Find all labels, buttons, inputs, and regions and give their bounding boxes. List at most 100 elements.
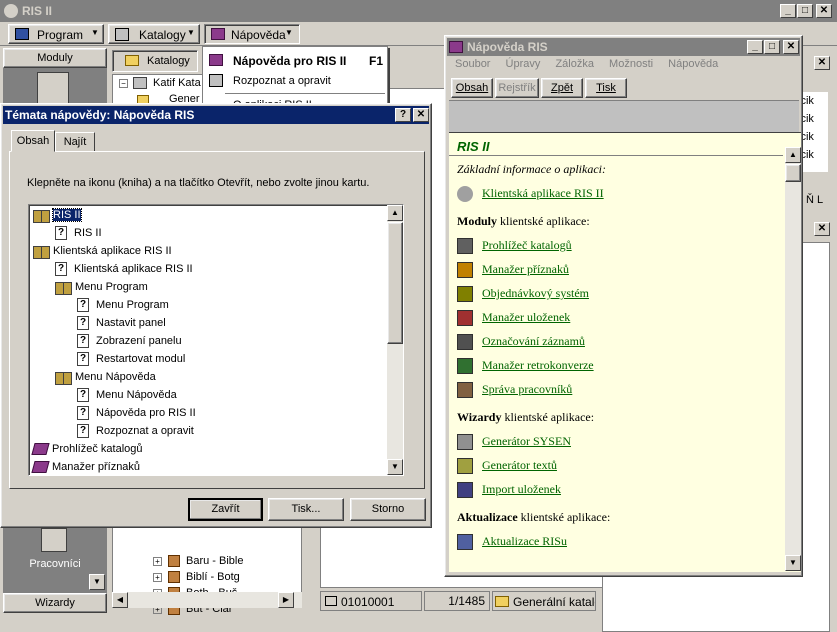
status-page-value: 1/1485 <box>448 594 485 608</box>
help-window-menubar: Soubor Úpravy Záložka Možnosti Nápověda <box>449 58 799 76</box>
tree-item[interactable]: Menu Program <box>33 278 383 296</box>
maximize-button[interactable]: □ <box>797 4 813 18</box>
help-link[interactable]: Generátor SYSEN <box>482 434 571 448</box>
tree-item[interactable]: RIS II <box>33 206 383 224</box>
help-link-row[interactable]: Manažer příznaků <box>457 257 783 281</box>
tree-item[interactable]: ? Menu Nápověda <box>33 386 383 404</box>
menu-soubor[interactable]: Soubor <box>449 58 496 70</box>
help-link[interactable]: Správa pracovníků <box>482 382 572 396</box>
help-link[interactable]: Objednávkový systém <box>482 286 589 300</box>
tree-expand-icon[interactable]: − <box>119 79 128 88</box>
help-link[interactable]: Generátor textů <box>482 458 557 472</box>
help-link-row[interactable]: Generátor textů <box>457 453 783 477</box>
minimize-button[interactable]: _ <box>747 40 763 54</box>
print-button[interactable]: Tisk... <box>268 498 344 521</box>
help-link[interactable]: Prohlížeč katalogů <box>482 238 572 252</box>
scroll-down-button[interactable]: ▼ <box>89 574 105 590</box>
list-item[interactable]: + Baru - Bible <box>153 553 303 569</box>
help-link-row[interactable]: Manažer uloženek <box>457 305 783 329</box>
tree-item[interactable]: Klientská aplikace RIS II <box>33 242 383 260</box>
help-link[interactable]: Manažer retrokonverze <box>482 358 594 372</box>
tab-najit[interactable]: Najít <box>55 132 95 152</box>
catalog-hscroll[interactable]: ◀ ▶ <box>112 592 302 608</box>
scroll-up-button[interactable]: ▲ <box>387 205 403 221</box>
close-button[interactable]: ✕ <box>816 4 832 18</box>
help-link[interactable]: Manažer příznaků <box>482 262 569 276</box>
scroll-left-button[interactable]: ◀ <box>112 592 128 608</box>
scroll-down-button[interactable]: ▼ <box>387 459 403 475</box>
help-link[interactable]: Aktualizace RISu <box>482 534 567 548</box>
help-link[interactable]: Manažer uloženek <box>482 310 570 324</box>
help-link-row[interactable]: Označování záznamů <box>457 329 783 353</box>
tree-item[interactable]: ? Nápověda pro RIS II <box>33 404 383 422</box>
menu-zalozka[interactable]: Záložka <box>549 58 600 70</box>
list-item[interactable]: + Biblí - Botg <box>153 569 303 585</box>
help-link-row[interactable]: Prohlížeč katalogů <box>457 233 783 257</box>
help-heading: RIS II <box>457 139 490 154</box>
tree-item[interactable]: ? RIS II <box>33 224 383 242</box>
toolbar-rejstrik-label: Rejstřík <box>498 82 536 94</box>
menu-moznosti[interactable]: Možnosti <box>603 58 659 70</box>
help-link-row[interactable]: Generátor SYSEN <box>457 429 783 453</box>
help-link-row[interactable]: Manažer retrokonverze <box>457 353 783 377</box>
modules-label: Moduly <box>37 52 73 64</box>
panel-close-button-2[interactable]: ✕ <box>814 222 830 236</box>
help-link[interactable]: Označování záznamů <box>482 334 585 348</box>
toolbar-tisk[interactable]: Tisk <box>585 78 627 98</box>
pracovnici-icon[interactable] <box>41 528 67 552</box>
folder-icon <box>125 55 139 66</box>
tree-item[interactable]: ? Klientská aplikace RIS II <box>33 260 383 278</box>
module-icon[interactable] <box>37 72 69 104</box>
help-link-row[interactable]: Klientská aplikace RIS II <box>457 181 783 205</box>
maximize-button[interactable]: □ <box>764 40 780 54</box>
menu-item-label: Rozpoznat a opravit <box>233 75 331 87</box>
tree-item[interactable]: ? Restartovat modul <box>33 350 383 368</box>
panel-close-button[interactable]: ✕ <box>814 56 830 70</box>
scroll-thumb[interactable] <box>785 164 801 182</box>
cancel-button[interactable]: Storno <box>350 498 426 521</box>
toolbar-zpet[interactable]: Zpět <box>541 78 583 98</box>
tree-item[interactable]: ? Menu Program <box>33 296 383 314</box>
tree-item[interactable]: ? Nastavit panel <box>33 314 383 332</box>
close-button[interactable]: ✕ <box>783 40 799 54</box>
menu-item-help[interactable]: Nápověda pro RIS II F1 <box>205 51 385 71</box>
tree-item[interactable]: ? Rozpoznat a opravit <box>33 422 383 440</box>
help-link-row[interactable]: Aktualizace RISu <box>457 529 783 553</box>
scroll-up-button[interactable]: ▲ <box>785 147 801 163</box>
modules-header[interactable]: Moduly <box>3 48 107 68</box>
help-link[interactable]: Klientská aplikace RIS II <box>482 186 604 200</box>
open-book-icon <box>33 245 50 259</box>
menu-upravy[interactable]: Úpravy <box>500 58 547 70</box>
help-link-row[interactable]: Import uloženek <box>457 477 783 501</box>
help-link-row[interactable]: Správa pracovníků <box>457 377 783 401</box>
menu-napoveda[interactable]: Nápověda ▼ <box>204 24 300 44</box>
tab-obsah[interactable]: Obsah <box>11 130 55 152</box>
menu-item-recognize[interactable]: Rozpoznat a opravit <box>205 71 385 91</box>
close-dialog-button[interactable]: Zavřít <box>188 498 263 521</box>
closed-book-icon <box>31 443 50 456</box>
tree-item[interactable]: ? Zobrazení panelu <box>33 332 383 350</box>
scroll-thumb[interactable] <box>387 222 403 344</box>
scroll-right-button[interactable]: ▶ <box>278 592 294 608</box>
catalog-root-label[interactable]: Katif Kata <box>153 77 201 89</box>
pracovnici-label[interactable]: Pracovníci <box>3 558 107 570</box>
topics-vscroll[interactable]: ▲ ▼ <box>387 205 403 475</box>
tree-item[interactable]: Prohlížeč katalogů <box>31 440 383 458</box>
katalogy-tab[interactable]: Katalogy <box>112 50 198 72</box>
menu-program[interactable]: Program ▼ <box>8 24 104 44</box>
help-question-button[interactable]: ? <box>395 108 411 122</box>
dialog-close-button[interactable]: ✕ <box>413 108 429 122</box>
help-vscroll[interactable]: ▲ ▼ <box>785 147 801 571</box>
help-link[interactable]: Import uloženek <box>482 482 561 496</box>
tree-item[interactable]: Manažer příznaků <box>31 458 383 475</box>
scroll-down-button[interactable]: ▼ <box>785 555 801 571</box>
toolbar-obsah[interactable]: Obsah <box>451 78 493 98</box>
minimize-button[interactable]: _ <box>780 4 796 18</box>
menu-napoveda-help[interactable]: Nápověda <box>662 58 724 70</box>
help-link-row[interactable]: Objednávkový systém <box>457 281 783 305</box>
help-page-icon: ? <box>77 334 89 349</box>
tree-item[interactable]: Menu Nápověda <box>33 368 383 386</box>
toolbar-rejstrik[interactable]: Rejstřík <box>495 78 539 98</box>
menu-katalogy[interactable]: Katalogy ▼ <box>108 24 200 44</box>
wizardy-header[interactable]: Wizardy <box>3 593 107 613</box>
